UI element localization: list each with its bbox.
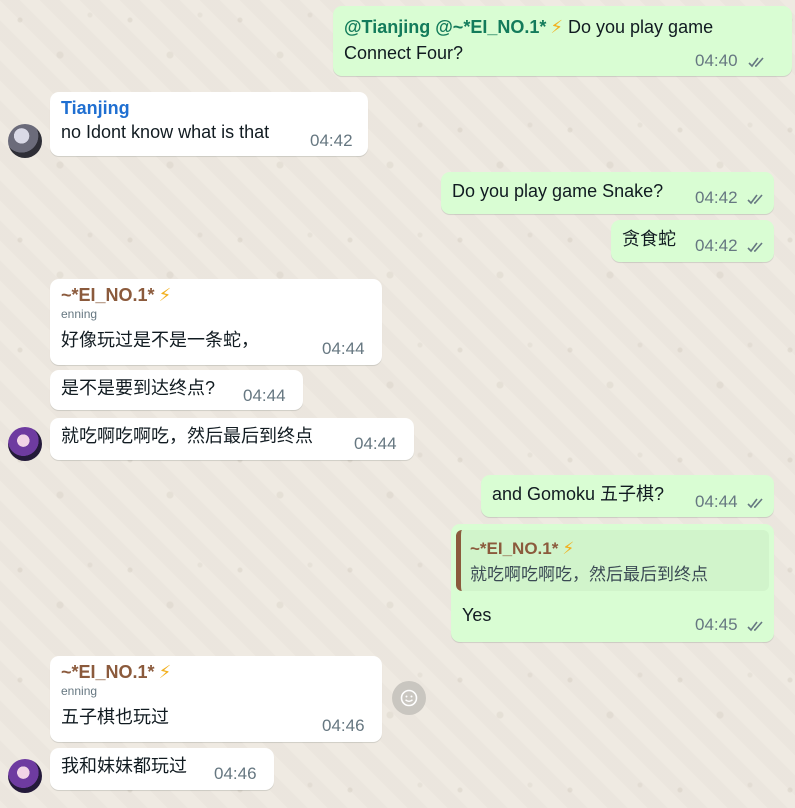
message-text: and Gomoku 五子棋?: [492, 484, 665, 504]
message-text: @Tianjing @~*EI_NO.1* ⚡ Do you play game: [344, 15, 713, 39]
message-text-part: Do you play game: [563, 17, 714, 37]
double-check-icon: [747, 242, 763, 253]
lightning-emoji: ⚡: [158, 662, 172, 682]
avatar[interactable]: [8, 427, 42, 461]
message-bubble-outgoing[interactable]: @Tianjing @~*EI_NO.1* ⚡ Do you play game …: [333, 6, 792, 76]
avatar[interactable]: [8, 124, 42, 158]
message-bubble-incoming[interactable]: 是不是要到达终点? 04:44: [50, 370, 303, 410]
sender-subtitle: enning: [61, 684, 98, 698]
message-text-line2: Connect Four?: [344, 43, 464, 63]
emoji-reaction-button[interactable]: [392, 681, 426, 715]
message-bubble-outgoing[interactable]: 贪食蛇 04:42: [611, 220, 774, 262]
sender-name-text: ~*EI_NO.1*: [61, 662, 155, 682]
lightning-emoji: ⚡: [550, 17, 563, 37]
lightning-emoji: ⚡: [158, 285, 172, 305]
quoted-message[interactable]: ~*EI_NO.1* ⚡ 就吃啊吃啊吃，然后最后到终点: [456, 530, 769, 591]
message-timestamp: 04:45: [695, 615, 738, 634]
message-text: 就吃啊吃啊吃，然后最后到终点: [61, 426, 313, 446]
message-text: 好像玩过是不是一条蛇，: [61, 330, 259, 350]
message-timestamp: 04:40: [695, 51, 738, 70]
message-timestamp: 04:44: [354, 434, 397, 453]
double-check-icon: [747, 621, 763, 632]
double-check-icon: [747, 194, 763, 205]
message-bubble-incoming[interactable]: 我和妹妹都玩过 04:46: [50, 748, 274, 790]
message-bubble-outgoing-reply[interactable]: ~*EI_NO.1* ⚡ 就吃啊吃啊吃，然后最后到终点 Yes 04:45: [451, 524, 774, 642]
message-bubble-incoming[interactable]: 就吃啊吃啊吃，然后最后到终点 04:44: [50, 418, 414, 460]
avatar[interactable]: [8, 759, 42, 793]
message-text: 五子棋也玩过: [61, 707, 169, 727]
message-timestamp: 04:44: [695, 492, 738, 511]
message-timestamp: 04:42: [695, 236, 738, 255]
message-timestamp: 04:44: [243, 386, 286, 405]
message-text: 贪食蛇: [622, 229, 676, 249]
message-text: Yes: [462, 605, 492, 625]
sender-subtitle: enning: [61, 307, 98, 321]
sender-name-text: ~*EI_NO.1*: [61, 285, 155, 305]
message-timestamp: 04:42: [695, 188, 738, 207]
mention-ei-no1[interactable]: @~*EI_NO.1*: [435, 17, 546, 37]
sender-name[interactable]: ~*EI_NO.1* ⚡: [61, 662, 171, 683]
message-timestamp: 04:42: [310, 131, 353, 150]
message-bubble-incoming[interactable]: ~*EI_NO.1* ⚡ enning 五子棋也玩过 04:46: [50, 656, 382, 742]
message-text: no Idont know what is that: [61, 122, 270, 142]
message-timestamp: 04:46: [322, 716, 365, 735]
message-bubble-outgoing[interactable]: and Gomoku 五子棋? 04:44: [481, 475, 774, 517]
quoted-sender-name: ~*EI_NO.1* ⚡: [470, 539, 574, 559]
quoted-sender-text: ~*EI_NO.1*: [470, 539, 559, 558]
double-check-icon: [747, 498, 763, 509]
message-text: 是不是要到达终点?: [61, 378, 216, 398]
message-timestamp: 04:44: [322, 339, 365, 358]
message-text: Do you play game Snake?: [452, 181, 664, 201]
message-bubble-outgoing[interactable]: Do you play game Snake? 04:42: [441, 172, 774, 214]
sender-name[interactable]: ~*EI_NO.1* ⚡: [61, 285, 171, 306]
message-bubble-incoming[interactable]: Tianjing no Idont know what is that 04:4…: [50, 92, 368, 156]
message-timestamp: 04:46: [214, 764, 257, 783]
emoji-icon: [400, 689, 418, 707]
message-bubble-incoming[interactable]: ~*EI_NO.1* ⚡ enning 好像玩过是不是一条蛇， 04:44: [50, 279, 382, 365]
message-text: 我和妹妹都玩过: [61, 756, 187, 776]
sender-name[interactable]: Tianjing: [61, 98, 130, 119]
lightning-emoji: ⚡: [562, 539, 575, 558]
double-check-icon: [748, 57, 764, 68]
mention-tianjing[interactable]: @Tianjing: [344, 17, 430, 37]
quoted-text: 就吃啊吃啊吃，然后最后到终点: [470, 565, 708, 584]
